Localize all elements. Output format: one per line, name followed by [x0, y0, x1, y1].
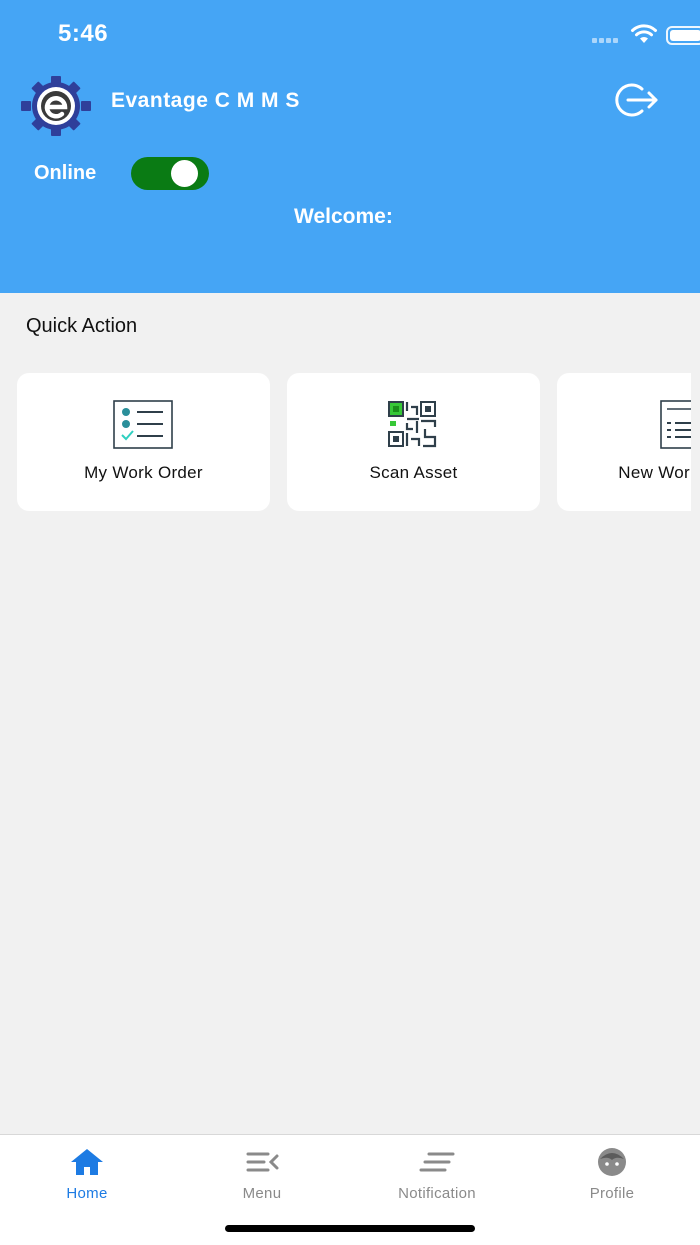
- home-indicator[interactable]: [225, 1225, 475, 1232]
- my-work-order-card[interactable]: My Work Order: [17, 373, 270, 511]
- tab-profile[interactable]: Profile: [542, 1135, 682, 1215]
- tab-label: Menu: [242, 1185, 282, 1202]
- menu-icon: [246, 1152, 279, 1172]
- profile-icon: [598, 1148, 626, 1176]
- logout-icon[interactable]: [612, 80, 660, 120]
- tab-label: Profile: [589, 1185, 635, 1202]
- qr-code-icon: [388, 401, 437, 448]
- card-label: Scan Asset: [369, 463, 458, 482]
- tab-label: Home: [66, 1185, 108, 1202]
- tab-label: Notification: [398, 1185, 476, 1202]
- welcome-text: Welcome:: [294, 205, 393, 228]
- tab-notification[interactable]: Notification: [367, 1135, 507, 1215]
- quick-action-carousel[interactable]: My Work Order Scan Asset New Work Order: [0, 360, 691, 525]
- scan-asset-card[interactable]: Scan Asset: [287, 373, 540, 511]
- toggle-knob: [171, 160, 198, 187]
- online-toggle[interactable]: [131, 157, 209, 190]
- quick-action-title: Quick Action: [26, 315, 138, 337]
- home-icon: [71, 1149, 103, 1175]
- evantage-logo-icon: [21, 76, 91, 136]
- online-label: Online: [34, 162, 97, 184]
- card-label: New Work Order: [618, 463, 691, 482]
- new-work-order-card[interactable]: New Work Order: [557, 373, 691, 511]
- tab-menu[interactable]: Menu: [192, 1135, 332, 1215]
- checklist-icon: [113, 400, 173, 449]
- battery-icon: [666, 26, 700, 45]
- app-title: Evantage C M M S: [111, 89, 300, 112]
- tab-home[interactable]: Home: [17, 1135, 157, 1215]
- card-label: My Work Order: [84, 463, 203, 482]
- wifi-icon: [631, 24, 657, 43]
- app-header: 5:46 Evantage C M M S Online Welcome:: [0, 0, 700, 293]
- document-icon: [660, 400, 691, 449]
- notification-icon: [419, 1152, 455, 1172]
- status-time: 5:46: [58, 20, 109, 47]
- cellular-signal-icon: [592, 38, 622, 44]
